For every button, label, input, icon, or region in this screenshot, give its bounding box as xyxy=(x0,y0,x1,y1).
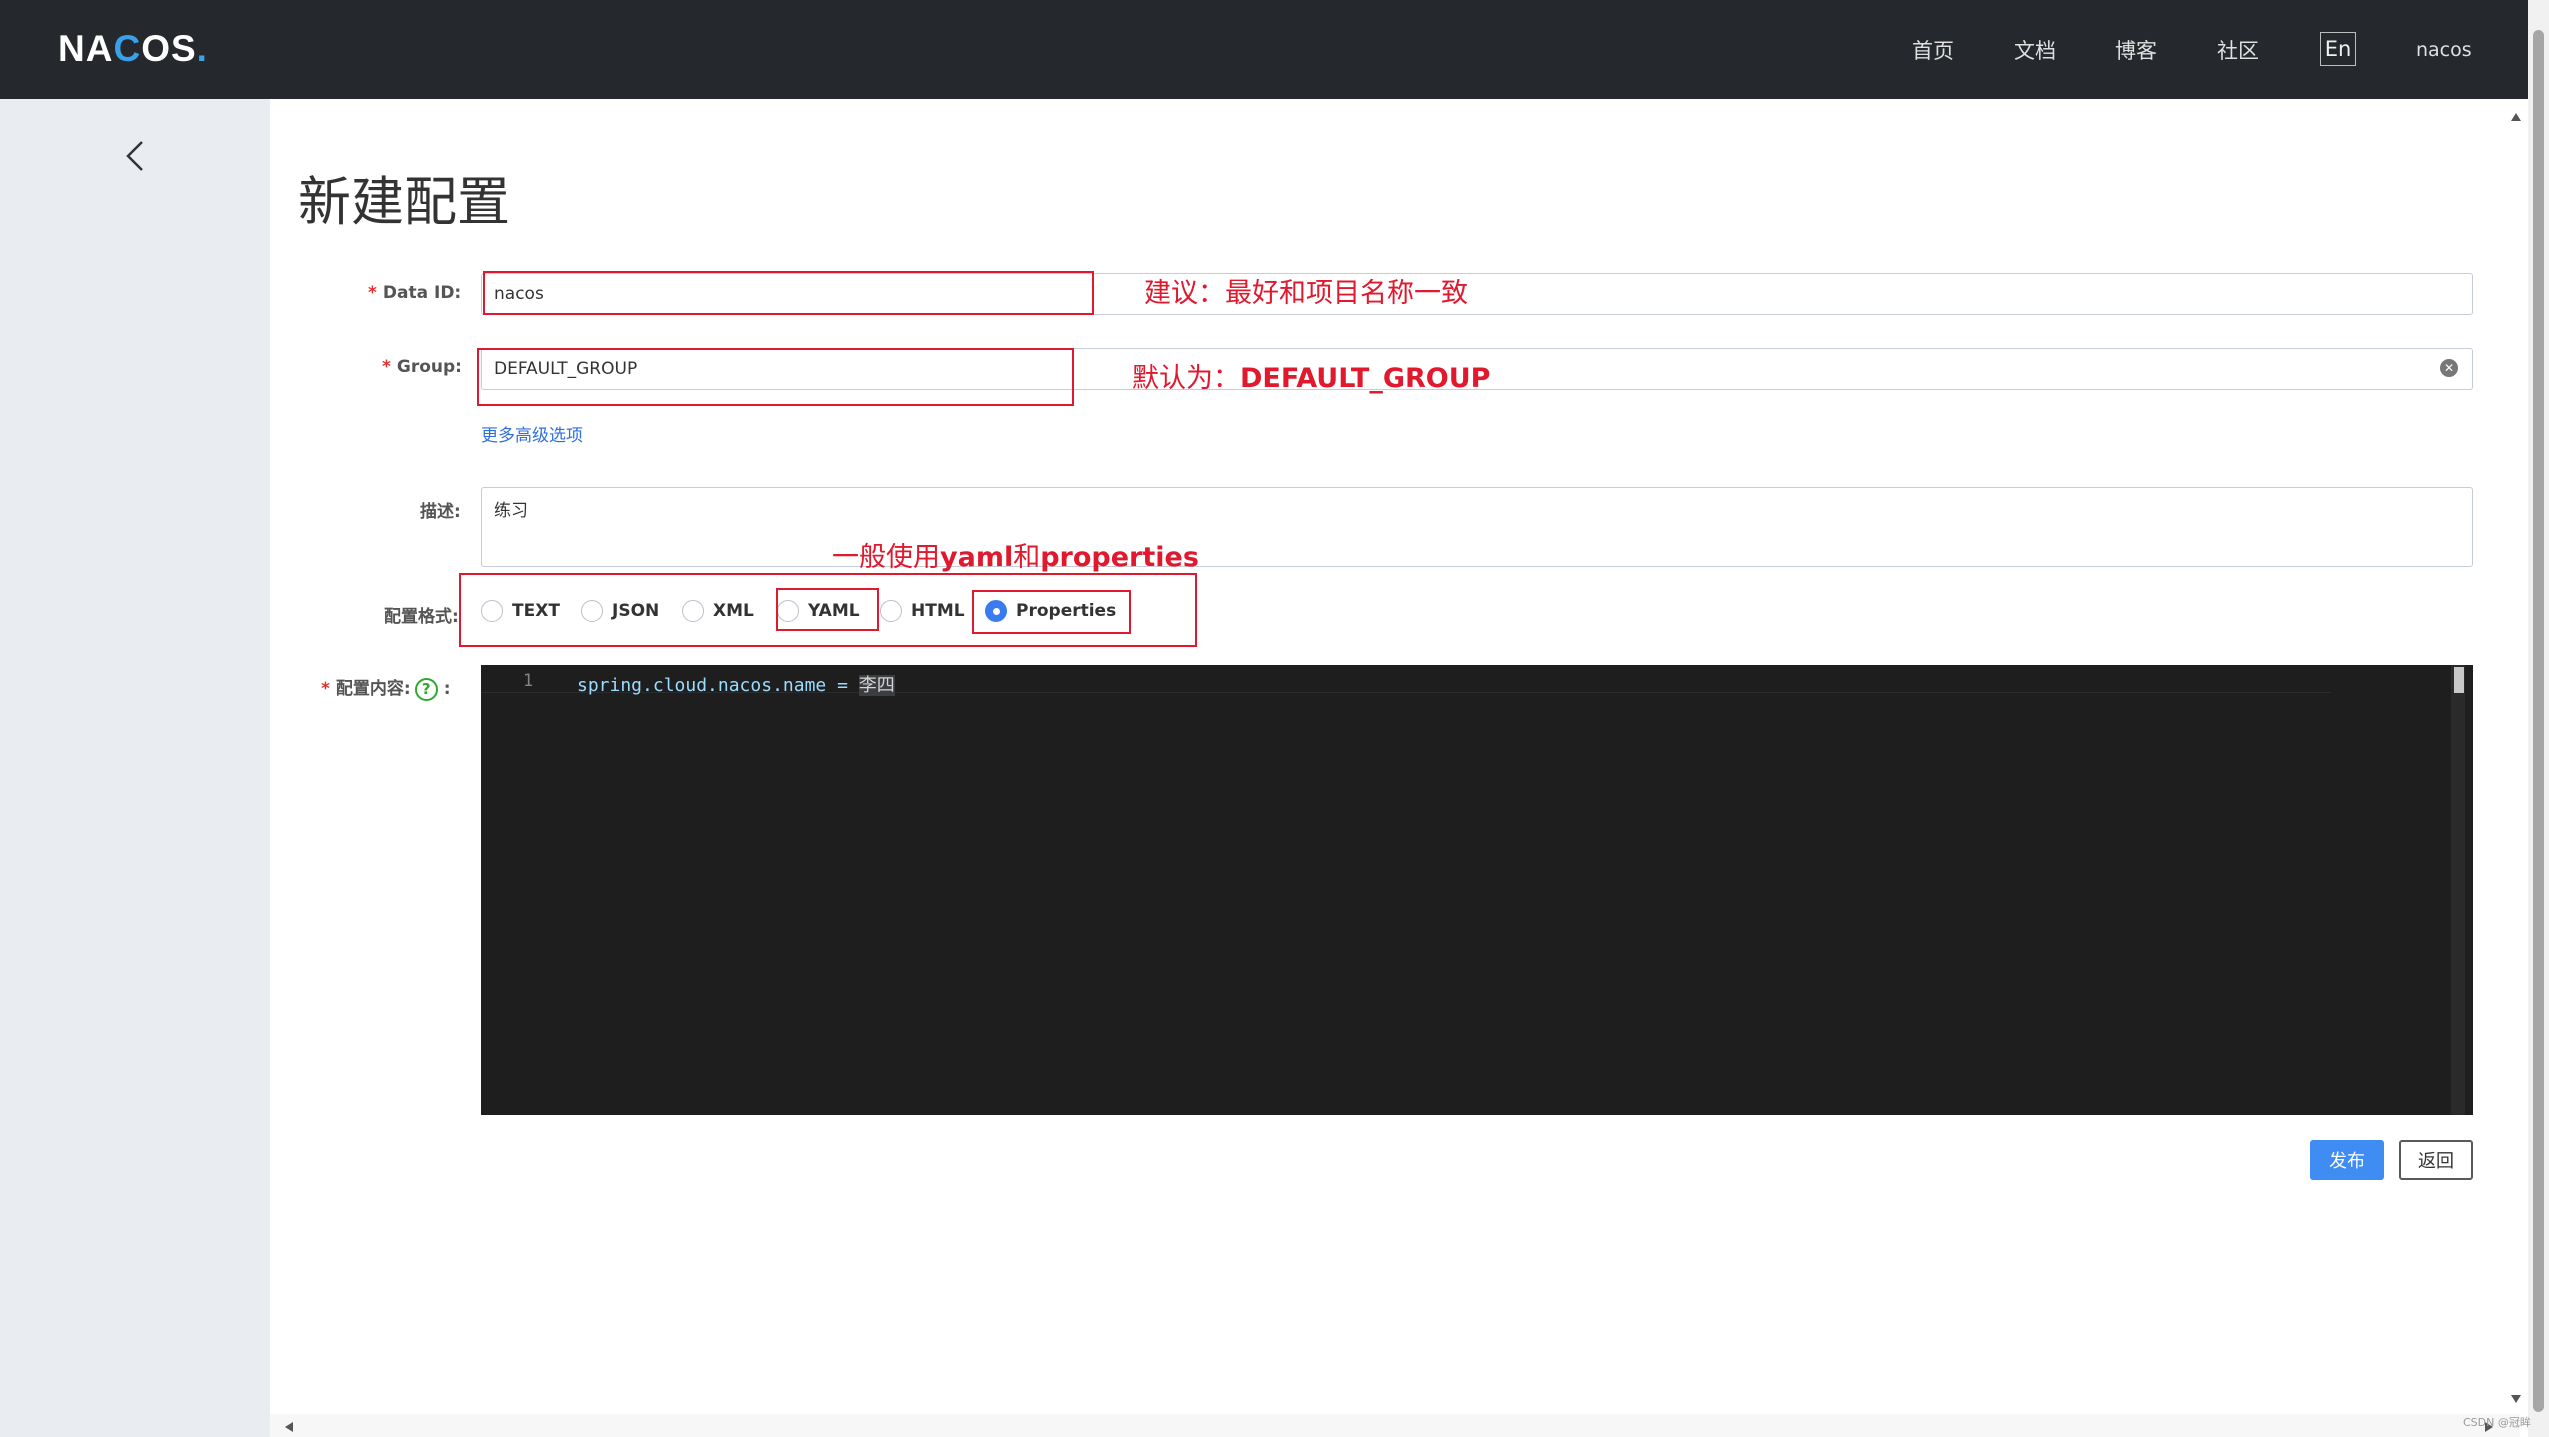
group-highlight-box xyxy=(477,348,1074,406)
radio-circle xyxy=(682,600,704,622)
description-label: 描述: xyxy=(420,502,461,522)
format-annotation: 一般使用yaml和properties xyxy=(832,542,1199,573)
yaml-highlight-box xyxy=(776,588,879,631)
line-number: 1 xyxy=(523,671,534,691)
user-menu[interactable]: nacos xyxy=(2416,30,2472,70)
sidebar xyxy=(0,99,270,1437)
description-textarea[interactable]: 练习 xyxy=(481,487,2473,567)
nacos-logo[interactable]: NACOS. xyxy=(58,26,208,72)
format-option-html[interactable]: HTML xyxy=(880,598,965,624)
help-icon[interactable]: ? xyxy=(414,677,438,701)
scroll-left-icon[interactable] xyxy=(282,1420,296,1434)
format-option-json[interactable]: JSON xyxy=(581,598,659,624)
description-value: 练习 xyxy=(494,501,528,521)
nav-community[interactable]: 社区 xyxy=(2217,30,2259,70)
radio-circle xyxy=(880,600,902,622)
scroll-up-icon[interactable] xyxy=(2509,110,2523,124)
format-option-text[interactable]: TEXT xyxy=(481,598,560,624)
editor-line: 1 spring.cloud.nacos.name = 李四 xyxy=(481,665,2331,696)
back-arrow-icon[interactable] xyxy=(118,136,152,176)
data-id-highlight-box xyxy=(483,271,1094,315)
data-id-label: * Data ID: xyxy=(368,283,462,303)
logo-text: NACOS. xyxy=(58,28,208,69)
more-advanced-options-link[interactable]: 更多高级选项 xyxy=(481,421,583,446)
scroll-down-icon[interactable] xyxy=(2509,1392,2523,1406)
top-navbar: NACOS. 首页 文档 博客 社区 En nacos xyxy=(0,0,2528,99)
vertical-scrollbar-thumb[interactable] xyxy=(2533,30,2544,1412)
page-title: 新建配置 xyxy=(298,172,510,233)
horizontal-scrollbar[interactable] xyxy=(270,1414,2520,1437)
content-label: * 配置内容:?: xyxy=(321,677,451,701)
code-text: spring.cloud.nacos.name = 李四 xyxy=(577,675,895,696)
group-annotation: 默认为：DEFAULT_GROUP xyxy=(1132,363,1491,394)
format-option-xml[interactable]: XML xyxy=(682,598,754,624)
nav-blog[interactable]: 博客 xyxy=(2115,30,2157,70)
back-button[interactable]: 返回 xyxy=(2399,1140,2473,1180)
code-editor[interactable]: 1 spring.cloud.nacos.name = 李四 xyxy=(481,665,2473,1115)
format-label: 配置格式: xyxy=(384,607,459,627)
nav-docs[interactable]: 文档 xyxy=(2014,30,2056,70)
editor-scrollbar[interactable] xyxy=(2451,665,2465,1115)
radio-circle xyxy=(581,600,603,622)
data-id-annotation: 建议：最好和项目名称一致 xyxy=(1144,278,1468,309)
publish-button[interactable]: 发布 xyxy=(2310,1140,2384,1180)
group-label: * Group: xyxy=(382,357,462,377)
nav-home[interactable]: 首页 xyxy=(1912,30,1954,70)
radio-circle xyxy=(481,600,503,622)
language-toggle[interactable]: En xyxy=(2320,32,2356,66)
properties-highlight-box xyxy=(972,590,1131,634)
watermark: CSDN @冠眸 xyxy=(2463,1416,2531,1429)
clear-icon[interactable]: ✕ xyxy=(2440,359,2458,377)
editor-scrollbar-thumb[interactable] xyxy=(2454,667,2464,693)
